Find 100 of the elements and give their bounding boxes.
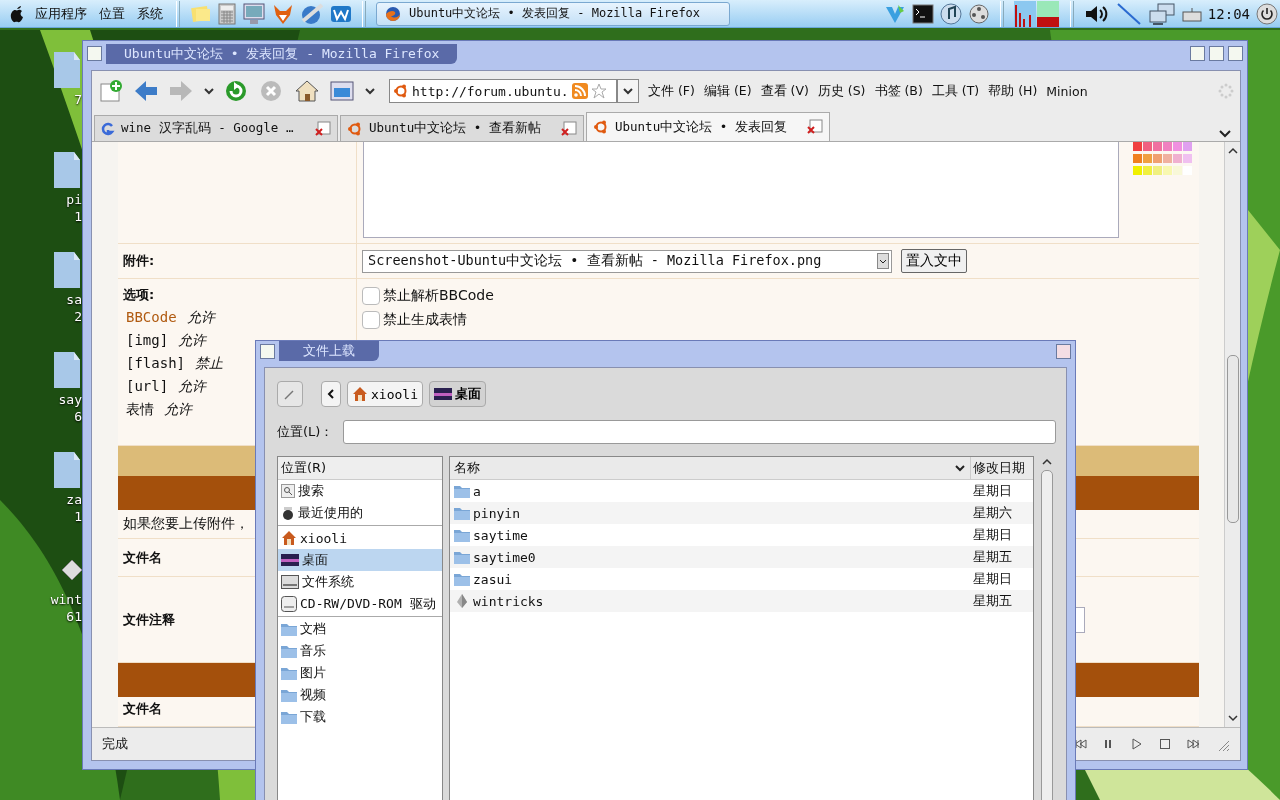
place-item[interactable]: 图片 bbox=[278, 662, 442, 684]
play-icon[interactable] bbox=[1130, 737, 1144, 751]
next-track-icon[interactable] bbox=[1186, 737, 1200, 751]
home-icon[interactable] bbox=[294, 79, 320, 103]
path-button[interactable]: xiooli bbox=[347, 381, 423, 407]
location-field[interactable] bbox=[343, 420, 1056, 444]
menu-item[interactable]: 历史 (S) bbox=[817, 82, 866, 100]
stop-icon[interactable] bbox=[1158, 737, 1172, 751]
scroll-thumb[interactable] bbox=[1226, 355, 1239, 523]
place-item[interactable]: 下载 bbox=[278, 706, 442, 728]
column-header[interactable]: 名称 bbox=[450, 457, 971, 479]
browser-tab[interactable]: Ubuntu中文论坛 • 发表回复 bbox=[586, 112, 830, 141]
dialog-title: 文件上载 bbox=[279, 341, 379, 361]
music-icon[interactable] bbox=[939, 2, 962, 25]
menu-item[interactable]: 编辑 (E) bbox=[703, 82, 752, 100]
monitor-icon[interactable] bbox=[242, 2, 266, 25]
camera-icon bbox=[281, 506, 295, 520]
close-icon[interactable] bbox=[561, 120, 577, 137]
window-menu-button[interactable] bbox=[87, 46, 102, 61]
address-field[interactable]: http://forum.ubuntu. bbox=[389, 79, 617, 103]
maximize-button[interactable] bbox=[1209, 46, 1224, 61]
calculator-icon[interactable] bbox=[218, 2, 236, 25]
close-icon[interactable] bbox=[315, 120, 331, 137]
previous-track-icon[interactable] bbox=[1074, 737, 1088, 751]
file-name[interactable]: a bbox=[450, 483, 971, 499]
power-icon[interactable] bbox=[1256, 2, 1278, 25]
edit-path-toggle[interactable] bbox=[277, 381, 303, 407]
task-button[interactable]: Ubuntu中文论坛 • 发表回复 - Mozilla Firefox bbox=[376, 1, 730, 26]
cpu-graph-icon bbox=[1013, 0, 1060, 27]
place-item[interactable]: 搜索 bbox=[278, 480, 442, 502]
disc-drive-icon bbox=[281, 596, 297, 612]
checkbox-label: 禁止解析BBCode bbox=[383, 287, 494, 305]
close-button[interactable] bbox=[1056, 343, 1071, 359]
menu-item[interactable]: Minion bbox=[1046, 83, 1088, 99]
option-value: 允许 bbox=[186, 309, 215, 327]
menu-item[interactable]: 文件 (F) bbox=[648, 82, 695, 100]
close-button[interactable] bbox=[1228, 46, 1243, 61]
screenshot-icon[interactable] bbox=[329, 79, 355, 103]
table-cell-text: 星期五 bbox=[972, 548, 1013, 566]
menu-item[interactable]: 应用程序 bbox=[32, 4, 90, 23]
minimize-button[interactable] bbox=[1190, 46, 1205, 61]
menu-item[interactable]: 系统 bbox=[134, 4, 166, 23]
place-item[interactable]: 视频 bbox=[278, 684, 442, 706]
path-button[interactable]: 桌面 bbox=[428, 381, 486, 407]
scroll-thumb[interactable] bbox=[1041, 470, 1053, 800]
keyboard-icon[interactable] bbox=[1181, 5, 1202, 22]
file-name[interactable]: wintricks bbox=[450, 593, 971, 609]
checkbox[interactable] bbox=[362, 311, 380, 329]
option-value: 允许 bbox=[178, 378, 207, 396]
window-menu-button[interactable] bbox=[260, 343, 275, 359]
fox-icon[interactable] bbox=[272, 2, 294, 25]
folder-icon bbox=[454, 550, 470, 564]
place-item[interactable]: 音乐 bbox=[278, 640, 442, 662]
folder-icon bbox=[454, 572, 470, 586]
place-item[interactable]: 文件系统 bbox=[278, 571, 442, 593]
scrollbar[interactable] bbox=[1224, 142, 1240, 727]
column-header[interactable]: 位置(R) bbox=[278, 457, 442, 480]
field-label: 位置(L)： bbox=[277, 423, 334, 441]
checkbox[interactable] bbox=[362, 287, 380, 305]
menu-item[interactable]: 工具 (T) bbox=[931, 82, 980, 100]
file-name[interactable]: pinyin bbox=[450, 505, 971, 521]
back-button[interactable] bbox=[321, 381, 341, 407]
scroll-down-icon bbox=[1226, 712, 1239, 724]
browser-tab[interactable]: Ubuntu中文论坛 • 查看新帖 bbox=[340, 115, 584, 141]
folder-icon bbox=[454, 506, 470, 520]
file-name[interactable]: saytime bbox=[450, 527, 971, 543]
file-name[interactable]: saytime0 bbox=[450, 549, 971, 565]
back-icon[interactable] bbox=[133, 79, 159, 103]
table-cell-text: 星期六 bbox=[972, 504, 1013, 522]
pencil-icon bbox=[283, 387, 297, 401]
scrollbar[interactable] bbox=[1040, 456, 1054, 800]
dropdown-button[interactable] bbox=[617, 79, 639, 103]
file-name[interactable]: zasui bbox=[450, 571, 971, 587]
desktop-icon bbox=[433, 388, 452, 400]
menu-item[interactable]: 位置 bbox=[96, 4, 128, 23]
menu-item[interactable]: 帮助 (H) bbox=[988, 82, 1038, 100]
option-value: 允许 bbox=[164, 401, 192, 419]
place-item[interactable]: 文档 bbox=[278, 618, 442, 640]
network-icon[interactable] bbox=[1147, 2, 1176, 25]
place-item[interactable]: xiooli bbox=[278, 527, 442, 549]
option-link[interactable]: BBCode bbox=[126, 309, 177, 327]
app-icon[interactable] bbox=[883, 2, 906, 25]
option-value: 禁止 bbox=[195, 355, 223, 373]
close-icon[interactable] bbox=[807, 119, 823, 135]
browser-tab[interactable]: wine 汉字乱码 - Google … bbox=[94, 115, 338, 141]
file-select[interactable]: Screenshot-Ubuntu中文论坛 • 查看新帖 - Mozilla Firefox.png bbox=[362, 249, 892, 273]
globe-icon[interactable] bbox=[300, 2, 324, 25]
column-header[interactable]: 修改日期 bbox=[971, 457, 1033, 479]
insert-button[interactable]: 置入文中 bbox=[901, 249, 967, 273]
clock[interactable]: 12:04 bbox=[1207, 5, 1250, 22]
place-item[interactable]: CD-RW/DVD-ROM 驱动 bbox=[278, 593, 442, 615]
new-tab-icon[interactable] bbox=[98, 79, 124, 103]
terminal-icon[interactable] bbox=[911, 3, 934, 24]
option-value: 允许 bbox=[178, 332, 207, 350]
menu-item[interactable]: 查看 (V) bbox=[760, 82, 809, 100]
menu-item[interactable]: 书签 (B) bbox=[874, 82, 923, 100]
caret-icon bbox=[622, 85, 634, 97]
place-item[interactable]: 桌面 bbox=[278, 549, 442, 571]
film-reel-icon[interactable] bbox=[967, 2, 990, 25]
place-item[interactable]: 最近使用的 bbox=[278, 502, 442, 524]
